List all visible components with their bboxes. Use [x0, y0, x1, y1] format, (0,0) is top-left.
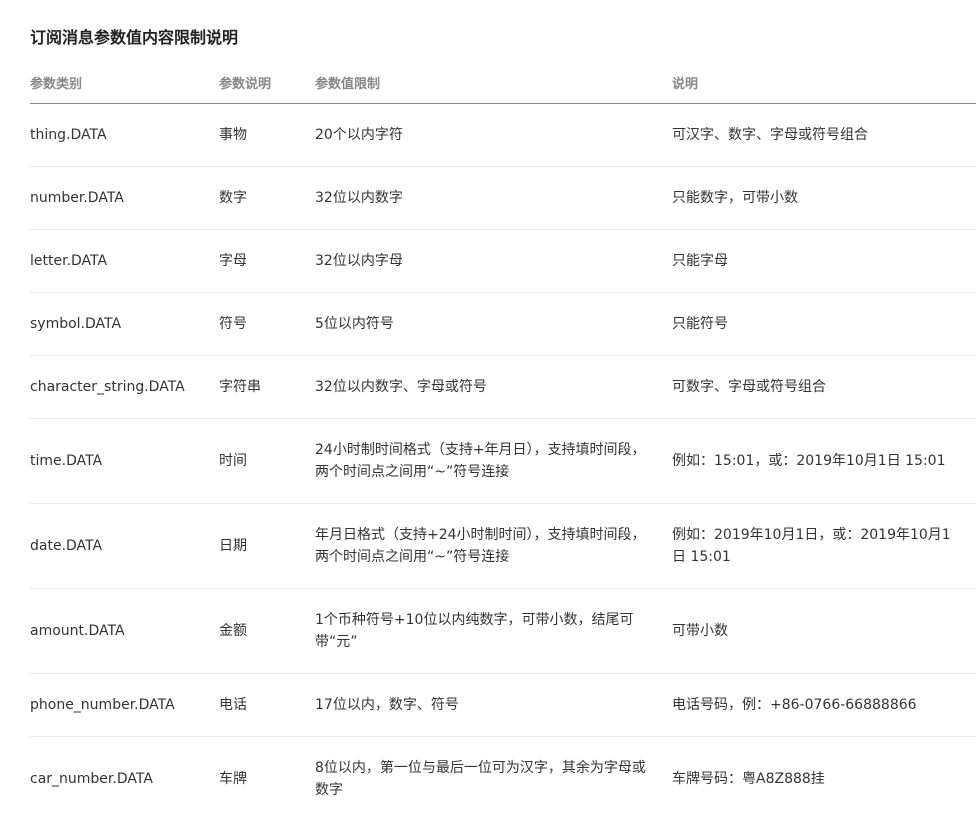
cell-notes: 例如：2019年10月1日，或：2019年10月1日 15:01 [672, 504, 976, 589]
cell-param-description: 符号 [219, 293, 315, 356]
cell-value-limit: 32位以内数字、字母或符号 [315, 356, 672, 419]
table-row: date.DATA 日期 年月日格式（支持+24小时制时间），支持填时间段，两个… [30, 504, 976, 589]
cell-notes: 可数字、字母或符号组合 [672, 356, 976, 419]
cell-value-limit: 5位以内符号 [315, 293, 672, 356]
cell-value-limit: 1个币种符号+10位以内纯数字，可带小数，结尾可带“元” [315, 589, 672, 674]
cell-param-category: time.DATA [30, 419, 219, 504]
cell-param-description: 车牌 [219, 737, 315, 821]
cell-value-limit: 年月日格式（支持+24小时制时间），支持填时间段，两个时间点之间用“~”符号连接 [315, 504, 672, 589]
cell-param-category: number.DATA [30, 167, 219, 230]
cell-param-category: character_string.DATA [30, 356, 219, 419]
param-limits-table: 参数类别 参数说明 参数值限制 说明 thing.DATA 事物 20个以内字符… [30, 62, 976, 821]
cell-param-category: letter.DATA [30, 230, 219, 293]
table-row: amount.DATA 金额 1个币种符号+10位以内纯数字，可带小数，结尾可带… [30, 589, 976, 674]
cell-value-limit: 24小时制时间格式（支持+年月日），支持填时间段，两个时间点之间用“~”符号连接 [315, 419, 672, 504]
header-param-description: 参数说明 [219, 62, 315, 104]
cell-param-description: 事物 [219, 104, 315, 167]
table-row: thing.DATA 事物 20个以内字符 可汉字、数字、字母或符号组合 [30, 104, 976, 167]
page-title: 订阅消息参数值内容限制说明 [30, 24, 238, 48]
table-row: character_string.DATA 字符串 32位以内数字、字母或符号 … [30, 356, 976, 419]
cell-value-limit: 8位以内，第一位与最后一位可为汉字，其余为字母或数字 [315, 737, 672, 821]
cell-param-description: 日期 [219, 504, 315, 589]
cell-value-limit: 20个以内字符 [315, 104, 672, 167]
cell-notes: 电话号码，例：+86-0766-66888866 [672, 674, 976, 737]
header-notes: 说明 [672, 62, 976, 104]
cell-param-description: 字符串 [219, 356, 315, 419]
table-row: time.DATA 时间 24小时制时间格式（支持+年月日），支持填时间段，两个… [30, 419, 976, 504]
cell-notes: 例如：15:01，或：2019年10月1日 15:01 [672, 419, 976, 504]
header-value-limit: 参数值限制 [315, 62, 672, 104]
cell-param-description: 字母 [219, 230, 315, 293]
cell-value-limit: 32位以内字母 [315, 230, 672, 293]
cell-param-description: 数字 [219, 167, 315, 230]
table-row: symbol.DATA 符号 5位以内符号 只能符号 [30, 293, 976, 356]
table-row: number.DATA 数字 32位以内数字 只能数字，可带小数 [30, 167, 976, 230]
cell-param-category: phone_number.DATA [30, 674, 219, 737]
cell-param-category: amount.DATA [30, 589, 219, 674]
cell-notes: 只能字母 [672, 230, 976, 293]
cell-notes: 只能符号 [672, 293, 976, 356]
cell-notes: 只能数字，可带小数 [672, 167, 976, 230]
cell-param-category: date.DATA [30, 504, 219, 589]
cell-param-category: symbol.DATA [30, 293, 219, 356]
cell-param-description: 金额 [219, 589, 315, 674]
cell-param-description: 时间 [219, 419, 315, 504]
table-row: letter.DATA 字母 32位以内字母 只能字母 [30, 230, 976, 293]
cell-param-category: car_number.DATA [30, 737, 219, 821]
cell-notes: 车牌号码：粤A8Z888挂 [672, 737, 976, 821]
header-param-category: 参数类别 [30, 62, 219, 104]
cell-param-category: thing.DATA [30, 104, 219, 167]
cell-notes: 可汉字、数字、字母或符号组合 [672, 104, 976, 167]
cell-value-limit: 17位以内，数字、符号 [315, 674, 672, 737]
table-row: phone_number.DATA 电话 17位以内，数字、符号 电话号码，例：… [30, 674, 976, 737]
cell-param-description: 电话 [219, 674, 315, 737]
cell-notes: 可带小数 [672, 589, 976, 674]
cell-value-limit: 32位以内数字 [315, 167, 672, 230]
table-row: car_number.DATA 车牌 8位以内，第一位与最后一位可为汉字，其余为… [30, 737, 976, 821]
table-header-row: 参数类别 参数说明 参数值限制 说明 [30, 62, 976, 104]
